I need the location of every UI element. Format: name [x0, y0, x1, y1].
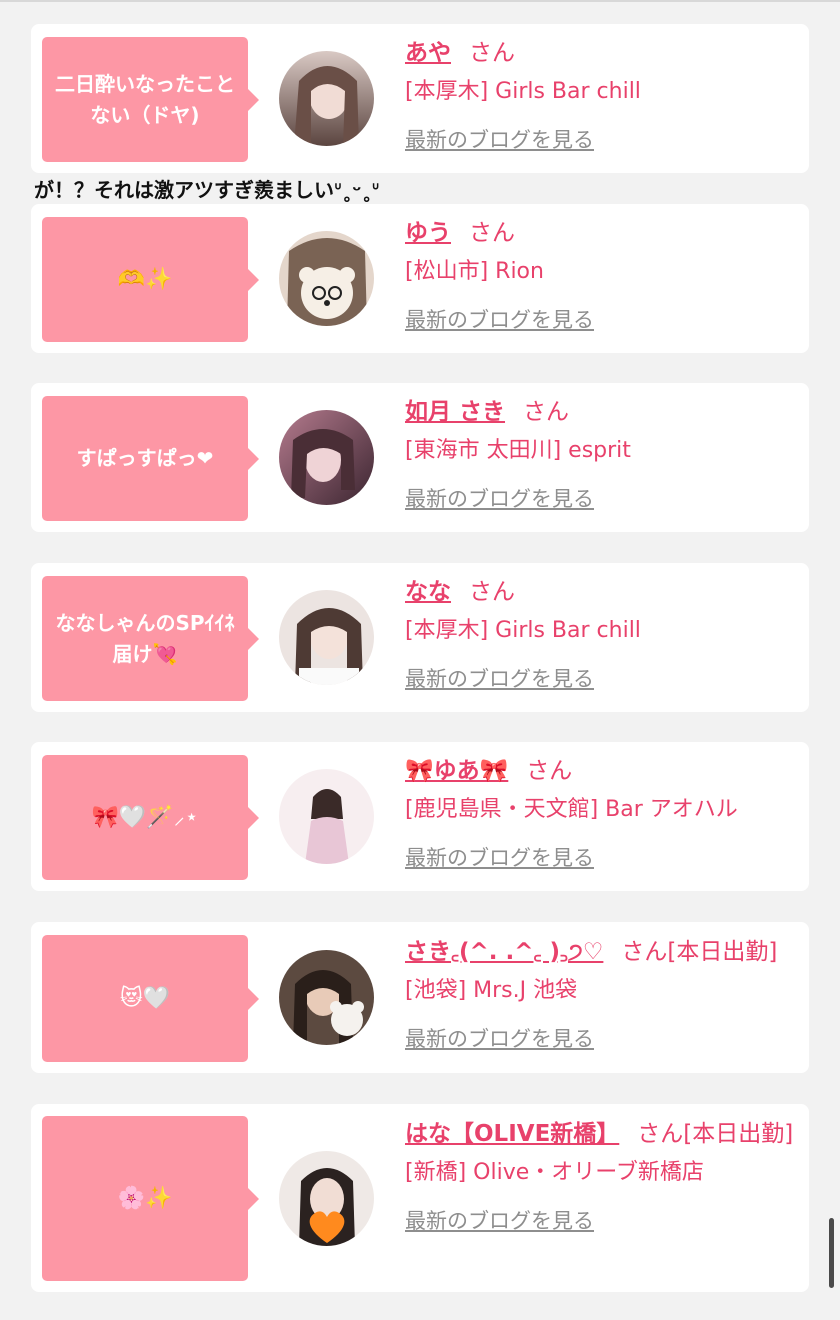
cast-name-line: あや さん — [405, 38, 800, 68]
comment-bubble: 🌸✨ — [42, 1116, 259, 1281]
cast-name-link[interactable]: なな — [405, 579, 451, 605]
shop-label: [鹿児島県・天文館] Bar アオハル — [405, 797, 738, 822]
cast-name-link[interactable]: はな【OLIVE新橋】 — [405, 1121, 619, 1147]
comment-bubble: 🫶✨ — [42, 217, 259, 342]
avatar-photo-icon — [279, 1151, 374, 1246]
cast-card: 🫶✨ ゆう さん [松山市] Rion 最新のブログを見る — [31, 204, 809, 353]
shop-label: [池袋] Mrs.J 池袋 — [405, 978, 578, 1003]
cast-card: 二日酔いなったことない（ドヤ) あや さん [本厚木] Girls Bar chi… — [31, 24, 809, 173]
avatar[interactable] — [279, 410, 374, 505]
name-suffix: さん[本日出勤] — [637, 1121, 794, 1147]
avatar[interactable] — [279, 51, 374, 146]
avatar-photo-icon — [279, 51, 374, 146]
latest-blog-link[interactable]: 最新のブログを見る — [405, 306, 594, 334]
cast-card: ななしゃんのSPｲｲﾈ届け💘 なな さん [本厚木] Girls Bar chil… — [31, 563, 809, 712]
cast-name-link[interactable]: 如月 さき — [405, 399, 505, 425]
scrollbar-thumb[interactable] — [829, 1218, 834, 1288]
avatar[interactable] — [279, 769, 374, 864]
cast-name-link[interactable]: ゆう — [405, 220, 451, 246]
shop-label: [本厚木] Girls Bar chill — [405, 618, 641, 643]
cast-name-line: はな【OLIVE新橋】 さん[本日出勤] — [405, 1119, 800, 1149]
top-divider — [0, 0, 840, 2]
cast-name-link[interactable]: あや — [405, 40, 451, 66]
cast-name-link[interactable]: さき꜀(^. .^꜀ )꜆੭♡ — [405, 939, 603, 965]
latest-blog-link[interactable]: 最新のブログを見る — [405, 844, 594, 872]
comment-bubble: ななしゃんのSPｲｲﾈ届け💘 — [42, 576, 259, 701]
cast-name-line: さき꜀(^. .^꜀ )꜆੭♡ さん[本日出勤] — [405, 937, 800, 967]
latest-blog-link[interactable]: 最新のブログを見る — [405, 126, 594, 154]
cast-name-link[interactable]: 🎀ゆあ🎀 — [405, 758, 508, 784]
latest-blog-link[interactable]: 最新のブログを見る — [405, 665, 594, 693]
latest-blog-link[interactable]: 最新のブログを見る — [405, 1025, 594, 1053]
avatar-photo-icon — [279, 231, 374, 326]
comment-bubble: 😻🤍 — [42, 935, 259, 1062]
cast-card: 😻🤍 さき꜀(^. .^꜀ )꜆੭♡ さん[本日出勤] [池袋] Mrs.J 池袋… — [31, 922, 809, 1073]
name-suffix: さん — [526, 758, 573, 784]
shop-label: [東海市 太田川] esprit — [405, 438, 631, 463]
avatar[interactable] — [279, 590, 374, 685]
comment-bubble: 🎀🤍🪄⸝⋆ — [42, 755, 259, 880]
name-suffix: さん — [469, 579, 515, 605]
cast-card: すぱっすぱっ❤ 如月 さき さん [東海市 太田川] esprit 最新のブログを… — [31, 383, 809, 532]
name-suffix: さん — [469, 40, 515, 66]
avatar[interactable] — [279, 1151, 374, 1246]
avatar-photo-icon — [279, 950, 374, 1045]
avatar[interactable] — [279, 231, 374, 326]
comment-bubble: 二日酔いなったことない（ドヤ) — [42, 37, 259, 162]
shop-label: [新橋] Olive・オリーブ新橋店 — [405, 1160, 704, 1185]
avatar-photo-icon — [279, 410, 374, 505]
avatar-photo-icon — [279, 769, 374, 864]
avatar-photo-icon — [279, 590, 374, 685]
name-suffix: さん[本日出勤] — [621, 939, 778, 965]
name-suffix: さん — [469, 220, 515, 246]
comment-bubble: すぱっすぱっ❤ — [42, 396, 259, 521]
latest-blog-link[interactable]: 最新のブログを見る — [405, 485, 594, 513]
latest-blog-link[interactable]: 最新のブログを見る — [405, 1207, 594, 1235]
shop-label: [本厚木] Girls Bar chill — [405, 79, 641, 104]
shop-label: [松山市] Rion — [405, 259, 544, 284]
cast-name-line: 🎀ゆあ🎀 さん — [405, 756, 800, 786]
name-suffix: さん — [523, 399, 570, 425]
cast-card: 🌸✨ はな【OLIVE新橋】 さん[本日出勤] [新橋] Olive・オリーブ新橋… — [31, 1104, 809, 1292]
cast-name-line: なな さん — [405, 577, 800, 607]
cast-card: 🎀🤍🪄⸝⋆ 🎀ゆあ🎀 さん [鹿児島県・天文館] Bar アオハル 最新のブログを… — [31, 742, 809, 891]
cast-name-line: ゆう さん — [405, 218, 800, 248]
overflow-comment-text: が！？それは激アツすぎ羨ましいᐡ˳ᵕ˳ᐡ — [34, 178, 380, 202]
cast-name-line: 如月 さき さん — [405, 397, 800, 427]
avatar[interactable] — [279, 950, 374, 1045]
